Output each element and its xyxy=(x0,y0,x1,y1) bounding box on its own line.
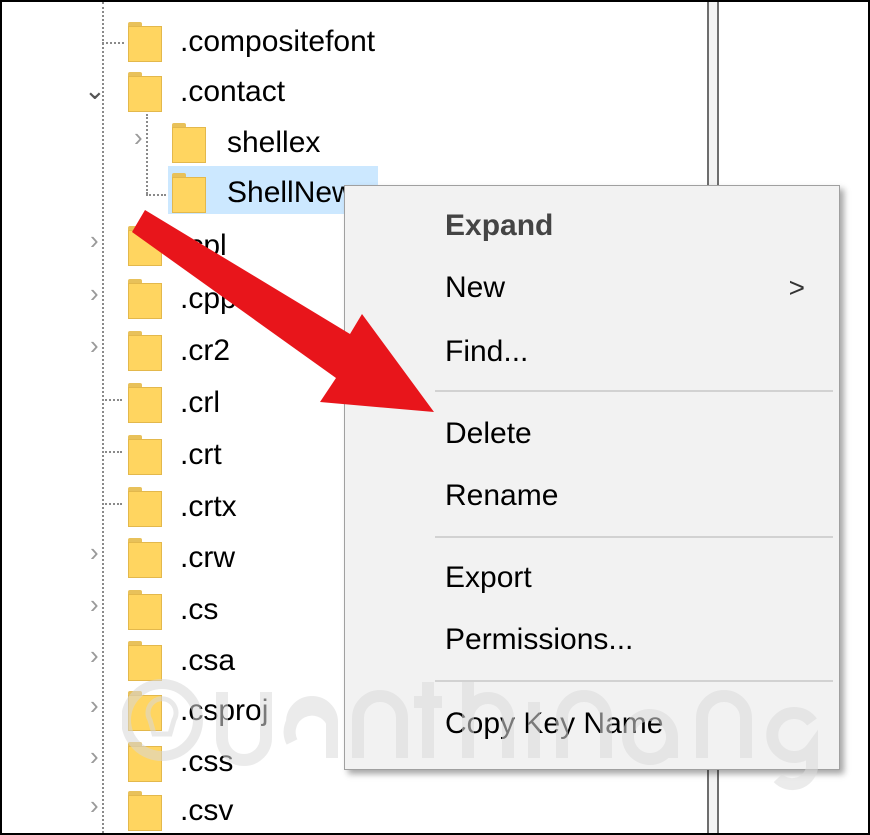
menu-item-label: New xyxy=(445,271,506,304)
tree-item-label: .crt xyxy=(180,438,222,471)
chevron-right-icon[interactable]: › xyxy=(90,635,99,675)
folder-icon xyxy=(128,22,162,62)
chevron-right-icon[interactable]: › xyxy=(90,685,99,725)
folder-icon xyxy=(172,123,206,163)
chevron-right-icon[interactable]: › xyxy=(90,325,99,365)
menu-item-find[interactable]: Find... xyxy=(345,326,839,380)
folder-icon xyxy=(128,487,162,527)
chevron-right-icon[interactable]: › xyxy=(90,220,99,260)
menu-item-expand[interactable]: Expand xyxy=(345,200,839,254)
chevron-right-icon[interactable]: › xyxy=(90,584,99,624)
tree-item-label: ShellNew xyxy=(227,176,354,209)
tree-item-label: .cr2 xyxy=(180,334,231,367)
registry-editor-window: .compositefont ⌄ .contact › shellex Shel… xyxy=(0,0,870,835)
folder-icon xyxy=(128,742,162,782)
folder-icon xyxy=(128,331,162,371)
chevron-right-icon[interactable]: › xyxy=(90,736,99,776)
chevron-right-icon[interactable]: › xyxy=(90,532,99,572)
tree-item-shellex[interactable]: › shellex xyxy=(2,117,602,167)
chevron-down-icon[interactable]: ⌄ xyxy=(84,70,106,110)
menu-item-label: Permissions... xyxy=(445,623,634,656)
chevron-right-icon[interactable]: › xyxy=(90,273,99,313)
menu-separator xyxy=(435,680,833,682)
tree-item-label: .contact xyxy=(180,75,286,108)
chevron-right-icon[interactable]: › xyxy=(134,117,143,157)
menu-item-label: Find... xyxy=(445,335,529,368)
menu-item-rename[interactable]: Rename xyxy=(345,470,839,524)
folder-icon xyxy=(128,691,162,731)
menu-item-label: Export xyxy=(445,561,532,594)
folder-icon xyxy=(172,173,206,213)
folder-icon xyxy=(128,641,162,681)
folder-icon xyxy=(128,435,162,475)
menu-item-label: Copy Key Name xyxy=(445,707,664,740)
tree-item-compositefont[interactable]: .compositefont xyxy=(2,16,602,66)
tree-item-label: .css xyxy=(180,745,234,778)
menu-separator xyxy=(435,536,833,538)
tree-item-label: .csv xyxy=(180,794,234,827)
tree-item-label: .cs xyxy=(180,593,219,626)
menu-item-label: Delete xyxy=(445,417,532,450)
folder-icon xyxy=(128,226,162,266)
tree-item-label: .cpp xyxy=(180,282,237,315)
menu-item-copy-key-name[interactable]: Copy Key Name xyxy=(345,698,839,752)
tree-item-label: .crw xyxy=(180,541,235,574)
folder-icon xyxy=(128,72,162,112)
menu-separator xyxy=(435,390,833,392)
menu-item-new[interactable]: New > xyxy=(345,262,839,316)
tree-item-label: shellex xyxy=(227,126,321,159)
tree-item-label: .csproj xyxy=(180,694,269,727)
menu-item-permissions[interactable]: Permissions... xyxy=(345,614,839,668)
tree-item-label: .crtx xyxy=(180,490,237,523)
menu-item-delete[interactable]: Delete xyxy=(345,408,839,462)
tree-item-label: .csa xyxy=(180,644,236,677)
menu-item-label: Rename xyxy=(445,479,559,512)
folder-icon xyxy=(128,383,162,423)
chevron-right-icon[interactable]: › xyxy=(90,785,99,825)
folder-icon xyxy=(128,590,162,630)
tree-item-label: .compositefont xyxy=(180,25,376,58)
tree-item-csv[interactable]: › .csv xyxy=(2,785,602,833)
menu-item-label: Expand xyxy=(445,209,554,242)
menu-item-export[interactable]: Export xyxy=(345,552,839,606)
tree-item-label: .crl xyxy=(180,386,220,419)
folder-icon xyxy=(128,791,162,831)
context-menu: Expand New > Find... Delete Rename Expor… xyxy=(344,185,840,770)
folder-icon xyxy=(128,538,162,578)
folder-icon xyxy=(128,279,162,319)
tree-item-label: .cpl xyxy=(180,229,227,262)
tree-item-contact[interactable]: ⌄ .contact xyxy=(2,66,602,116)
submenu-arrow-icon: > xyxy=(788,272,805,303)
